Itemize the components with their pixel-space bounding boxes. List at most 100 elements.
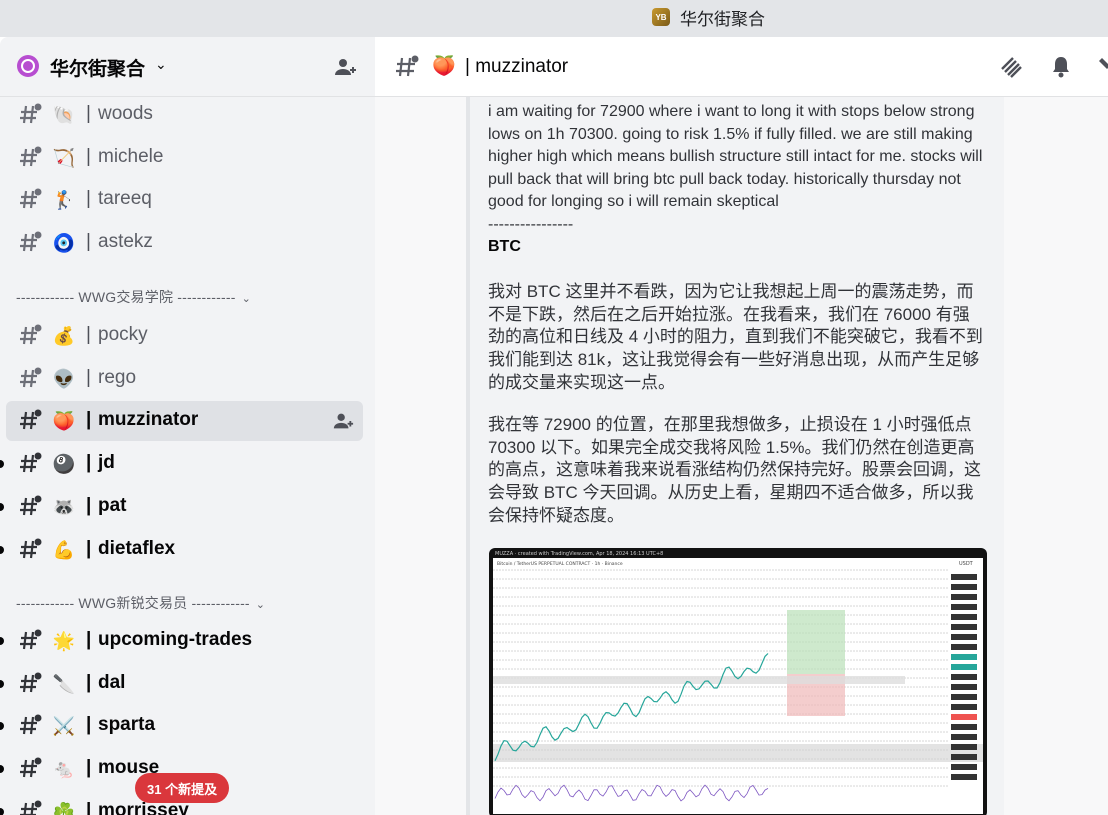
text-channel-icon [20, 672, 42, 692]
channel-separator: | [86, 324, 91, 345]
channel-emoji: 🐚 [52, 105, 76, 125]
channel-title: | muzzinator [465, 56, 569, 77]
category-label: ------------ WWG新锐交易员 ------------ [16, 595, 250, 611]
channel-separator: | [86, 409, 92, 431]
channel-name: dietaflex [98, 537, 176, 559]
channel-separator: | [86, 366, 91, 388]
price-tag [951, 624, 977, 630]
channel-emoji: 🔪 [52, 673, 76, 694]
channel-separator: | [86, 671, 92, 693]
sidebar-channel-dal[interactable]: 🔪 | dal [0, 664, 363, 704]
text-channel-icon [20, 146, 42, 166]
sidebar-channel-jd[interactable]: 🎱 | jd [0, 444, 363, 484]
unread-indicator [0, 765, 4, 774]
sidebar-channel-pat[interactable]: 🦝 | pat [0, 487, 363, 527]
text-channel-icon [20, 103, 42, 124]
message-embed: i am waiting for 72900 where i want to l… [466, 97, 1004, 815]
server-header[interactable]: 华尔街聚合 ⌄ [0, 37, 375, 97]
sidebar-channel-michele[interactable]: 🏹 | michele [6, 138, 363, 178]
channel-emoji: 👽 [52, 368, 76, 389]
chart-symbol: Bitcoin / TetherUS PERPETUAL CONTRACT · … [497, 561, 623, 567]
sidebar-channel-upcoming-trades[interactable]: 🌟 | upcoming-trades [0, 621, 363, 661]
price-tag [951, 644, 977, 650]
unread-indicator [0, 502, 4, 511]
channel-separator: | [86, 629, 92, 650]
sidebar-channel-astekz[interactable]: 🧿 | astekz [6, 223, 363, 263]
price-tag [951, 684, 977, 690]
sidebar-channel-muzzinator[interactable]: 🍑 | muzzinator [6, 401, 363, 442]
channel-emoji: 💪 [52, 539, 76, 560]
sidebar-channel-dietaflex[interactable]: 💪 | dietaflex [0, 530, 363, 570]
price-tag [951, 664, 977, 670]
pin-icon[interactable] [1096, 55, 1108, 79]
channel-separator: | [86, 757, 92, 779]
category-label: ------------ WWG交易学院 ------------ [16, 289, 236, 305]
chevron-down-icon[interactable]: ⌄ [155, 56, 167, 73]
channel-separator: | [86, 103, 91, 124]
bell-icon[interactable] [1049, 55, 1073, 79]
price-tag [951, 634, 977, 640]
sidebar-channel-tareeq[interactable]: 🏌️ | tareeq [6, 180, 363, 220]
chevron-down-icon: ⌄ [255, 599, 266, 611]
channel-name: upcoming-trades [98, 629, 253, 650]
channel-header: 🍑 | muzzinator [375, 37, 1108, 97]
text-channel-icon [20, 714, 42, 735]
text-channel-icon [20, 188, 42, 209]
channel-emoji: 🏹 [52, 147, 76, 168]
channel-name: woods [98, 103, 153, 124]
channel-name: dal [98, 671, 126, 693]
chart-caption: MUZZA · created with TradingView.com, Ap… [495, 551, 663, 557]
message-text-chinese-2: 我在等 72900 的位置，在那里我想做多，止损设在 1 小时强低点 70300… [488, 415, 981, 525]
price-tag [951, 744, 977, 750]
category-header-traders[interactable]: ------------ WWG新锐交易员 ------------ ⌄ [16, 593, 265, 613]
channel-name: tareeq [98, 188, 152, 210]
price-axis [951, 574, 977, 780]
chart-image-attachment[interactable]: MUZZA · created with TradingView.com, Ap… [489, 548, 987, 815]
chart-currency: USDT [959, 561, 974, 567]
server-icon [17, 55, 39, 77]
range-box [493, 676, 905, 684]
text-channel-icon [20, 538, 42, 558]
channel-name: pat [98, 494, 127, 516]
unread-indicator [0, 679, 4, 688]
channel-name: sparta [98, 714, 156, 736]
chevron-down-icon: ⌄ [241, 293, 252, 305]
message-heading-btc: BTC [488, 238, 521, 255]
add-member-icon[interactable] [333, 55, 357, 79]
sidebar-channel-pocky[interactable]: 💰 | pocky [6, 316, 363, 356]
sidebar-channel-sparta[interactable]: ⚔️ | sparta [0, 706, 363, 746]
channel-emoji: 🍑 [52, 411, 76, 432]
chart-canvas [493, 558, 983, 814]
threads-icon[interactable] [999, 55, 1023, 79]
channel-name: michele [98, 145, 164, 167]
sidebar-channel-rego[interactable]: 👽 | rego [6, 359, 363, 399]
channel-name: muzzinator [98, 409, 199, 431]
message-area: i am waiting for 72900 where i want to l… [375, 97, 1108, 815]
sidebar-channel-woods[interactable]: 🐚 | woods [6, 95, 363, 135]
price-tag [951, 704, 977, 710]
text-channel-icon [20, 324, 42, 345]
channel-emoji: 🎱 [52, 454, 76, 475]
main-panel: 🍑 | muzzinator i am waiting for 72900 wh… [375, 37, 1108, 815]
unread-indicator [0, 460, 4, 469]
add-member-icon[interactable] [332, 410, 354, 432]
channel-emoji: ☘️ [52, 801, 76, 815]
channel-emoji: 🌟 [52, 631, 76, 651]
price-tag [951, 604, 977, 610]
new-mentions-button[interactable]: 31 个新提及 [135, 773, 230, 803]
channel-name: jd [98, 452, 115, 474]
channel-emoji: ⚔️ [52, 716, 76, 737]
price-tag [951, 754, 977, 760]
unread-indicator [0, 722, 4, 731]
channel-separator: | [86, 494, 92, 516]
price-tag [951, 674, 977, 680]
category-header-academy[interactable]: ------------ WWG交易学院 ------------ ⌄ [16, 287, 251, 307]
channel-separator: | [86, 188, 91, 210]
price-tag [951, 774, 977, 780]
price-tag [951, 734, 977, 740]
price-tag [951, 724, 977, 730]
channel-separator: | [86, 145, 91, 167]
price-tag [951, 614, 977, 620]
server-name[interactable]: 华尔街聚合 [50, 54, 145, 81]
channel-separator: | [86, 452, 92, 474]
